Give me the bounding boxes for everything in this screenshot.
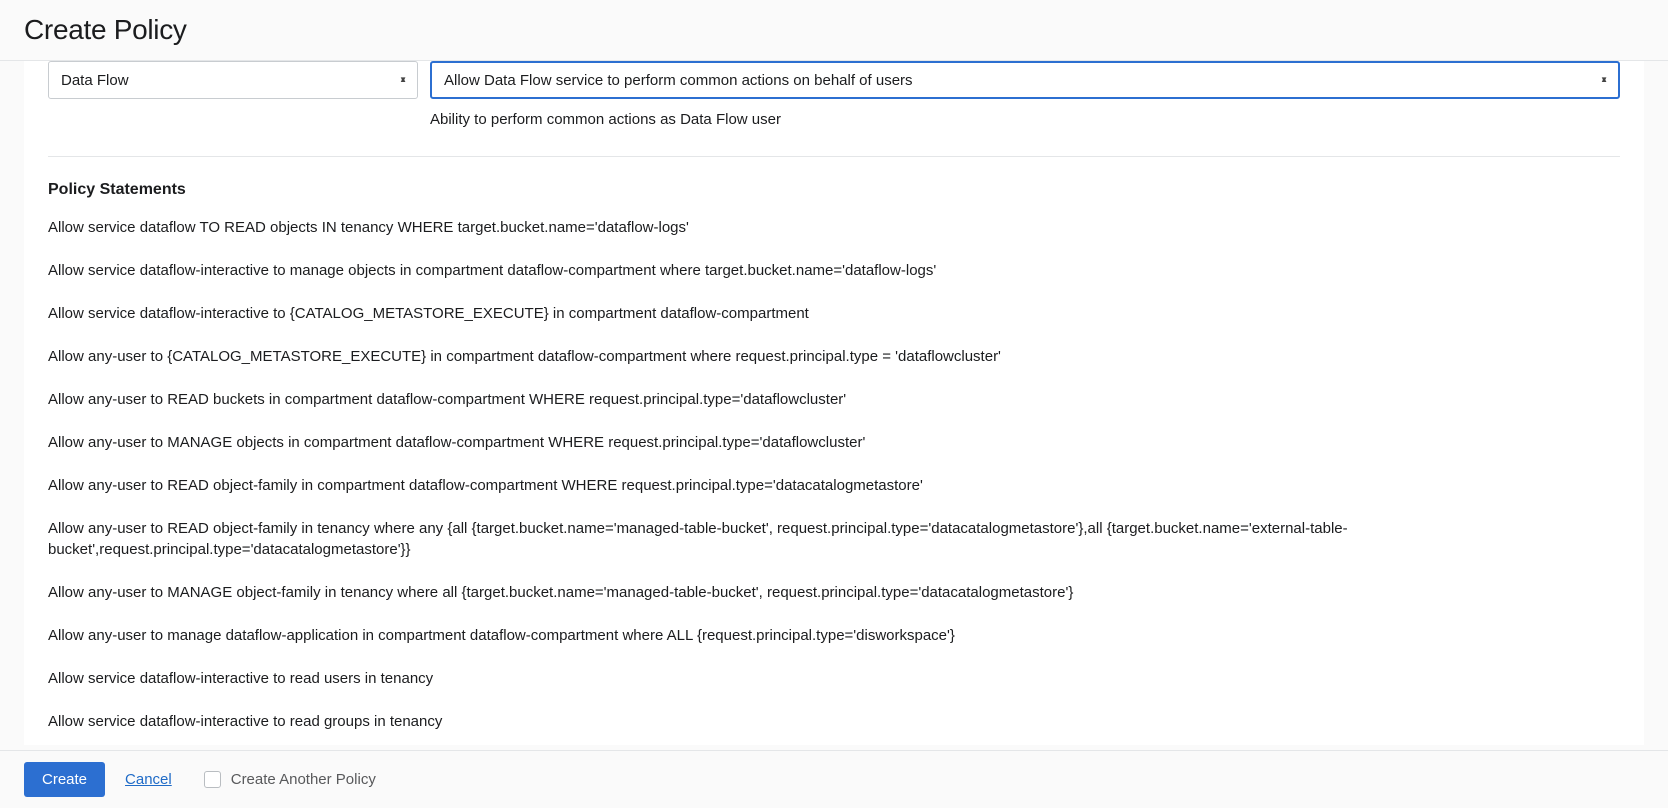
divider: [48, 156, 1620, 157]
policy-statement: Allow service dataflow TO READ objects I…: [48, 217, 1620, 238]
policy-statement: Allow any-user to READ object-family in …: [48, 518, 1620, 560]
policy-statement: Allow service dataflow-interactive to re…: [48, 668, 1620, 689]
create-another-label: Create Another Policy: [231, 771, 376, 788]
policy-statement: Allow any-user to READ object-family in …: [48, 475, 1620, 496]
policy-statements-heading: Policy Statements: [48, 181, 1620, 199]
page-header: Create Policy: [0, 0, 1668, 61]
create-another-checkbox[interactable]: [204, 771, 221, 788]
policy-statement: Allow any-user to READ buckets in compar…: [48, 389, 1620, 410]
policy-statement: Allow service dataflow-interactive to re…: [48, 711, 1620, 732]
policy-statements-list: Allow service dataflow TO READ objects I…: [48, 217, 1620, 732]
policy-statement: Allow service dataflow-interactive to ma…: [48, 260, 1620, 281]
footer-bar: Create Cancel Create Another Policy: [0, 750, 1668, 808]
policy-statement: Allow any-user to MANAGE object-family i…: [48, 582, 1620, 603]
use-case-select-value: Allow Data Flow service to perform commo…: [444, 72, 913, 89]
create-another-row: Create Another Policy: [204, 771, 376, 788]
policy-statement: Allow service dataflow-interactive to {C…: [48, 303, 1620, 324]
policy-statement: Allow any-user to manage dataflow-applic…: [48, 625, 1620, 646]
policy-builder-row: Data Flow Allow Data Flow service to per…: [48, 61, 1620, 99]
service-select[interactable]: Data Flow: [48, 61, 418, 99]
service-select-value: Data Flow: [61, 72, 129, 89]
page-title: Create Policy: [24, 14, 1644, 46]
policy-statement: Allow any-user to MANAGE objects in comp…: [48, 432, 1620, 453]
content-area: Data Flow Allow Data Flow service to per…: [24, 61, 1644, 745]
create-button[interactable]: Create: [24, 762, 105, 797]
use-case-select[interactable]: Allow Data Flow service to perform commo…: [430, 61, 1620, 99]
policy-statement: Allow any-user to {CATALOG_METASTORE_EXE…: [48, 346, 1620, 367]
use-case-helper: Ability to perform common actions as Dat…: [430, 111, 1620, 128]
cancel-link[interactable]: Cancel: [125, 771, 172, 788]
